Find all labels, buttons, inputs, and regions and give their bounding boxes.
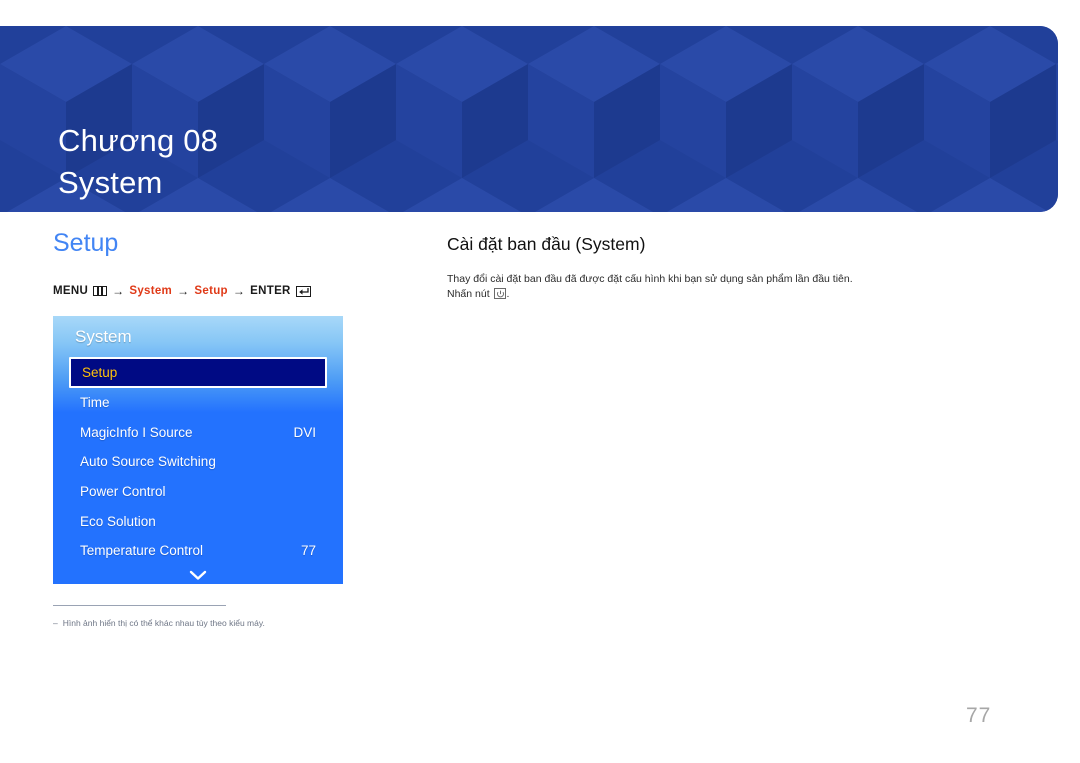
osd-item-label: Auto Source Switching	[80, 454, 216, 470]
content-body-line-2-suffix: .	[506, 288, 510, 300]
chevron-down-icon	[189, 570, 207, 580]
osd-item-value: 77	[300, 543, 316, 559]
osd-scroll-down-button[interactable]	[69, 568, 327, 586]
footnote: ‒ Hình ảnh hiển thị có thể khác nhau tùy…	[53, 617, 383, 629]
osd-item-label: Setup	[82, 365, 118, 380]
osd-item-power-control[interactable]: Power Control	[69, 477, 327, 507]
breadcrumb-arrow-3: →	[232, 284, 246, 298]
left-column: Setup MENU → System → Setup → ENTER	[53, 228, 413, 316]
osd-item-label: Temperature Control	[80, 543, 204, 559]
footnote-divider	[53, 605, 226, 606]
breadcrumb-arrow-1: →	[112, 284, 125, 298]
content-body-line-2-prefix: Nhấn nút	[447, 288, 490, 300]
content-body: Thay đổi cài đặt ban đầu đã được đặt cấu…	[447, 272, 1007, 302]
content-column: Cài đặt ban đầu (System) Thay đổi cài đặ…	[447, 232, 1007, 302]
osd-item-auto-source-switching[interactable]: Auto Source Switching	[69, 447, 327, 477]
osd-item-eco-solution[interactable]: Eco Solution	[69, 506, 327, 536]
osd-item-label: MagicInfo I Source	[80, 424, 193, 440]
banner-title-block: Chương 08 System	[58, 78, 218, 212]
osd-menu-title: System	[75, 327, 132, 346]
breadcrumb-step-setup: Setup	[194, 285, 228, 297]
breadcrumb-step-system: System	[129, 285, 173, 297]
content-heading: Cài đặt ban đầu (System)	[447, 234, 646, 254]
chapter-banner: Chương 08 System	[0, 26, 1058, 212]
chapter-label: Chương 08	[58, 123, 219, 158]
osd-item-setup[interactable]: Setup	[69, 357, 327, 388]
breadcrumb-menu-label: MENU	[53, 285, 89, 297]
content-body-line-2: Nhấn nút .	[447, 287, 1007, 302]
breadcrumb-enter-label: ENTER	[250, 285, 291, 297]
osd-menu-list: Setup Time MagicInfo I Source DVI Auto S…	[53, 357, 343, 586]
chapter-title: System	[58, 165, 163, 200]
breadcrumb-arrow-2: →	[177, 284, 190, 298]
breadcrumb: MENU → System → Setup → ENTER	[53, 284, 413, 298]
footnote-text: Hình ảnh hiển thị có thể khác nhau tùy t…	[62, 618, 265, 628]
osd-item-temperature-control[interactable]: Temperature Control 77	[69, 536, 327, 566]
osd-item-label: Time	[80, 395, 110, 411]
menu-bars-icon	[93, 286, 108, 296]
footnote-dash: ‒	[53, 618, 58, 628]
power-button-icon	[493, 288, 506, 299]
osd-item-time[interactable]: Time	[69, 388, 327, 418]
enter-return-icon	[295, 285, 311, 297]
osd-item-label: Eco Solution	[80, 513, 156, 529]
page-number: 77	[966, 704, 992, 727]
osd-item-label: Power Control	[80, 484, 166, 500]
footnote-block: ‒ Hình ảnh hiển thị có thể khác nhau tùy…	[53, 605, 383, 629]
osd-menu-panel: System Setup Time MagicInfo I Source DVI…	[53, 316, 343, 584]
osd-item-magicinfo-i-source[interactable]: MagicInfo I Source DVI	[69, 418, 327, 448]
content-body-line-1: Thay đổi cài đặt ban đầu đã được đặt cấu…	[447, 273, 853, 285]
osd-item-value: DVI	[293, 424, 316, 440]
page-title: Setup	[53, 229, 119, 257]
